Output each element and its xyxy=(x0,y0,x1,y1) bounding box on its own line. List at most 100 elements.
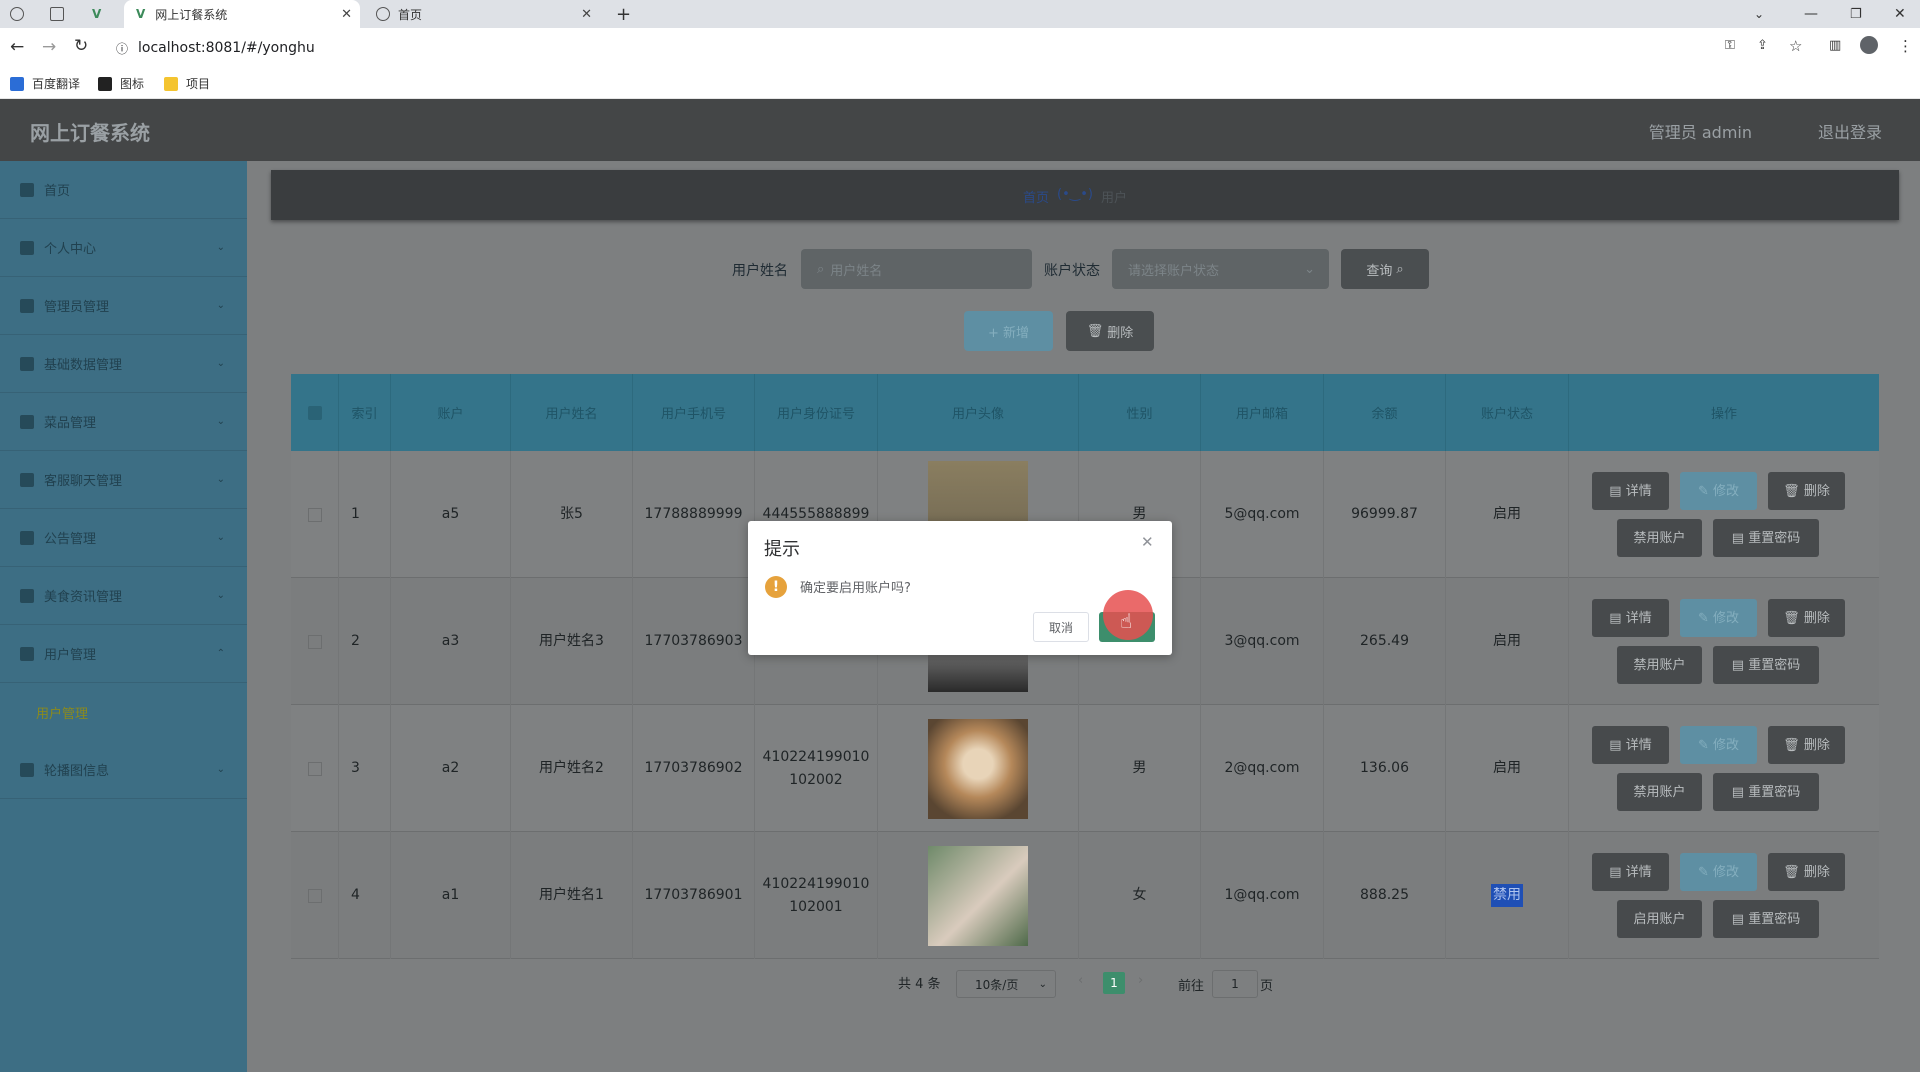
dish-icon xyxy=(20,414,34,429)
page-size-select[interactable]: 10条/页 ⌄ xyxy=(956,970,1056,998)
sidebar-item-carousel[interactable]: 轮播图信息 ⌄ xyxy=(0,741,247,799)
forward-icon[interactable]: → xyxy=(42,37,56,57)
url-field[interactable]: ⓘ localhost:8081/#/yonghu xyxy=(106,34,1706,62)
bookmark-item[interactable]: 项目 xyxy=(164,75,210,92)
idcard-line: 102001 xyxy=(789,898,843,915)
col-header[interactable]: 性别 xyxy=(1079,374,1201,451)
detail-button[interactable]: ▤ 详情 xyxy=(1592,472,1669,510)
detail-button[interactable]: ▤ 详情 xyxy=(1592,599,1669,637)
sidebar-item-basedata[interactable]: 基础数据管理 ⌄ xyxy=(0,335,247,393)
delete-button[interactable]: 🗑 删除 xyxy=(1768,726,1845,764)
delete-button[interactable]: 🗑 删除 xyxy=(1768,472,1845,510)
row-checkbox[interactable] xyxy=(291,832,339,959)
col-header[interactable]: 账户状态 xyxy=(1446,374,1569,451)
toggle-account-button[interactable]: 禁用账户 xyxy=(1617,646,1702,684)
profile-icon[interactable] xyxy=(1860,36,1878,54)
placeholder: 请选择账户状态 xyxy=(1128,263,1220,279)
col-header[interactable]: 用户身份证号 xyxy=(755,374,878,451)
toggle-account-button[interactable]: 启用账户 xyxy=(1617,900,1702,938)
goto-page-input[interactable]: 1 xyxy=(1212,970,1258,998)
reload-icon[interactable]: ↻ xyxy=(74,36,88,56)
toggle-account-button[interactable]: 禁用账户 xyxy=(1617,519,1702,557)
batch-delete-button[interactable]: 🗑 删除 xyxy=(1066,311,1154,351)
cell-index: 4 xyxy=(339,832,391,959)
delete-button[interactable]: 🗑 删除 xyxy=(1768,599,1845,637)
checkbox[interactable] xyxy=(307,888,322,903)
share-icon[interactable]: ⇪ xyxy=(1757,38,1768,53)
delete-button[interactable]: 🗑 删除 xyxy=(1768,853,1845,891)
tab-active[interactable]: V 网上订餐系统 ✕ xyxy=(124,0,360,28)
checkbox[interactable] xyxy=(307,634,322,649)
next-page-icon[interactable]: › xyxy=(1138,973,1143,988)
menu-icon[interactable]: ⋮ xyxy=(1898,37,1913,55)
sidebar-item-chat[interactable]: 客服聊天管理 ⌄ xyxy=(0,451,247,509)
col-header[interactable]: 索引 xyxy=(339,374,391,451)
col-header[interactable]: 账户 xyxy=(391,374,511,451)
sidebar-item-home[interactable]: 首页 xyxy=(0,161,247,219)
status-select[interactable]: 请选择账户状态 ⌄ xyxy=(1112,249,1329,289)
reset-password-button[interactable]: ▤ 重置密码 xyxy=(1713,900,1819,938)
sidebar-subitem-users[interactable]: 用户管理 xyxy=(0,683,247,741)
reset-password-button[interactable]: ▤ 重置密码 xyxy=(1713,646,1819,684)
tab-pinned-1[interactable] xyxy=(10,0,38,28)
reset-password-button[interactable]: ▤ 重置密码 xyxy=(1713,519,1819,557)
minimize-icon[interactable]: — xyxy=(1804,0,1818,28)
logout-link[interactable]: 退出登录 xyxy=(1818,119,1882,143)
back-icon[interactable]: ← xyxy=(10,37,24,57)
add-button[interactable]: + 新增 xyxy=(964,311,1053,351)
sidebar-item-notice[interactable]: 公告管理 ⌄ xyxy=(0,509,247,567)
tab-pinned-3[interactable]: V xyxy=(92,0,116,28)
tab-home[interactable]: 首页 ✕ xyxy=(364,0,600,28)
row-checkbox[interactable] xyxy=(291,578,339,705)
edit-button[interactable]: ✎ 修改 xyxy=(1680,726,1757,764)
button-label: 修改 xyxy=(1713,864,1740,880)
checkbox[interactable] xyxy=(307,405,322,420)
search-icon: ⌕ xyxy=(817,261,825,277)
star-icon[interactable]: ☆ xyxy=(1789,37,1802,55)
toggle-account-button[interactable]: 禁用账户 xyxy=(1617,773,1702,811)
col-header[interactable]: 用户邮箱 xyxy=(1201,374,1324,451)
sidebar-item-profile[interactable]: 个人中心 ⌄ xyxy=(0,219,247,277)
new-tab-button[interactable]: + xyxy=(616,0,631,28)
sidepanel-icon[interactable]: ▥ xyxy=(1829,38,1841,53)
close-icon[interactable]: ✕ xyxy=(341,7,352,22)
cancel-button[interactable]: 取消 xyxy=(1033,612,1089,642)
restore-icon[interactable]: ❐ xyxy=(1850,0,1862,28)
window-close-icon[interactable]: ✕ xyxy=(1894,0,1906,28)
page-number[interactable]: 1 xyxy=(1103,972,1125,994)
breadcrumb-home[interactable]: 首页 xyxy=(1023,187,1049,206)
header-checkbox[interactable] xyxy=(291,374,339,451)
sidebar-item-dishes[interactable]: 菜品管理 ⌄ xyxy=(0,393,247,451)
col-header[interactable]: 余额 xyxy=(1324,374,1446,451)
cell-index: 2 xyxy=(339,578,391,705)
row-checkbox[interactable] xyxy=(291,705,339,832)
sidebar-item-admin[interactable]: 管理员管理 ⌄ xyxy=(0,277,247,335)
detail-button[interactable]: ▤ 详情 xyxy=(1592,853,1669,891)
chevron-down-icon: ⌄ xyxy=(216,764,225,775)
avatar xyxy=(928,719,1028,819)
name-search-input[interactable]: ⌕ 用户姓名 xyxy=(801,249,1032,289)
col-header[interactable]: 用户手机号 xyxy=(633,374,755,451)
key-icon[interactable]: ⚿ xyxy=(1725,38,1735,53)
bookmark-item[interactable]: 百度翻译 xyxy=(10,75,80,92)
row-checkbox[interactable] xyxy=(291,451,339,578)
close-icon[interactable]: ✕ xyxy=(1141,533,1154,551)
query-button[interactable]: 查询 ⌕ xyxy=(1341,249,1429,289)
close-icon[interactable]: ✕ xyxy=(581,7,592,22)
edit-button[interactable]: ✎ 修改 xyxy=(1680,853,1757,891)
sidebar-item-news[interactable]: 美食资讯管理 ⌄ xyxy=(0,567,247,625)
hand-cursor-icon: ☝ xyxy=(1120,609,1133,633)
tab-pinned-2[interactable] xyxy=(50,0,74,28)
edit-button[interactable]: ✎ 修改 xyxy=(1680,472,1757,510)
checkbox[interactable] xyxy=(307,761,322,776)
col-header[interactable]: 用户姓名 xyxy=(511,374,633,451)
col-header[interactable]: 用户头像 xyxy=(878,374,1079,451)
prev-page-icon[interactable]: ‹ xyxy=(1078,973,1083,988)
tab-search-icon[interactable]: ⌄ xyxy=(1754,0,1764,28)
reset-password-button[interactable]: ▤ 重置密码 xyxy=(1713,773,1819,811)
edit-button[interactable]: ✎ 修改 xyxy=(1680,599,1757,637)
detail-button[interactable]: ▤ 详情 xyxy=(1592,726,1669,764)
checkbox[interactable] xyxy=(307,507,322,522)
sidebar-item-users[interactable]: 用户管理 ⌃ xyxy=(0,625,247,683)
bookmark-item[interactable]: 图标 xyxy=(98,75,144,92)
